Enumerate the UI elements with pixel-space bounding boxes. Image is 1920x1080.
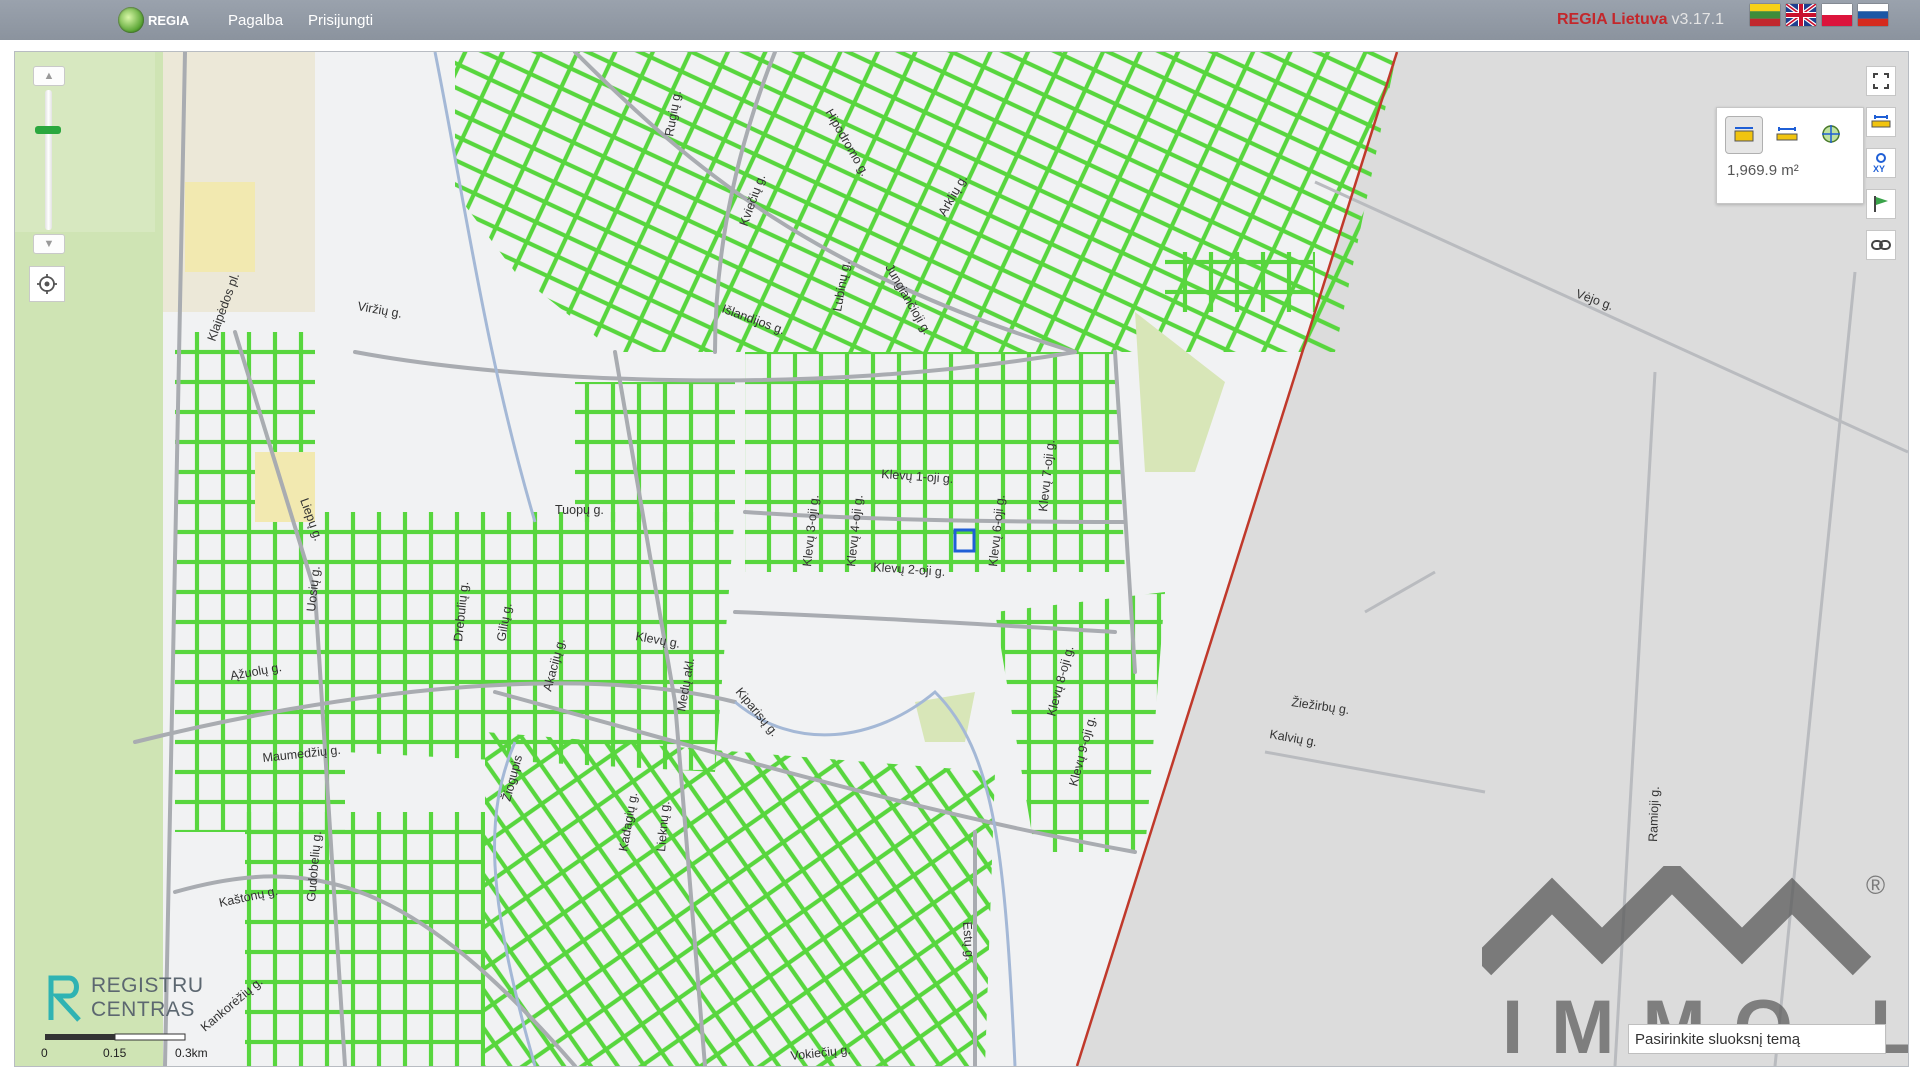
street-label: Estų g. xyxy=(960,921,977,961)
fullscreen-icon xyxy=(1873,73,1889,89)
zoom-control: ▲ ▼ xyxy=(29,66,65,254)
street-label: Tuopų g. xyxy=(555,503,604,517)
app-title: REGIA Lietuva v3.17.1 xyxy=(1557,11,1724,29)
xy-coordinates-button[interactable]: XY xyxy=(1866,148,1896,178)
scale-bar: 0 0.15 0.3km xyxy=(41,1032,221,1062)
measure-value: 1,969.9 m² xyxy=(1727,162,1799,179)
flag-icon xyxy=(1874,196,1888,212)
top-bar: REGIA Pagalba Prisijungti REGIA Lietuva v… xyxy=(0,0,1920,40)
scale-label-0: 0 xyxy=(41,1046,48,1060)
locate-button[interactable] xyxy=(29,266,65,302)
fullscreen-button[interactable] xyxy=(1866,66,1896,96)
menu-login[interactable]: Prisijungti xyxy=(308,12,373,29)
link-icon xyxy=(1871,240,1891,250)
measure-button[interactable] xyxy=(1866,107,1896,137)
regia-logo-text: REGIA xyxy=(148,12,190,28)
flag-russia-icon[interactable] xyxy=(1858,4,1888,26)
measure-panel: 1,969.9 m² xyxy=(1716,107,1864,204)
attribution-line-1: REGISTRU xyxy=(91,974,204,997)
distance-measure-icon xyxy=(1776,127,1798,141)
map-view[interactable]: Klevų 1-oji g. Klevų 2-oji g. Klevų 3-oj… xyxy=(14,51,1909,1067)
zoom-slider-handle[interactable] xyxy=(35,126,61,134)
street-label: Ramioji g. xyxy=(1646,786,1662,842)
measure-icon xyxy=(1871,115,1891,128)
cadastral-map: Klevų 1-oji g. Klevų 2-oji g. Klevų 3-oj… xyxy=(15,52,1908,1066)
attribution-line-2: CENTRAS xyxy=(91,998,195,1021)
coordinate-measure-button[interactable] xyxy=(1813,116,1849,152)
regia-logo-icon xyxy=(118,7,144,33)
distance-measure-button[interactable] xyxy=(1769,116,1805,152)
flag-uk-icon[interactable] xyxy=(1784,2,1818,28)
scale-label-end: 0.3km xyxy=(175,1046,208,1060)
area-measure-icon xyxy=(1734,127,1754,142)
area-measure-button[interactable] xyxy=(1725,116,1763,154)
flag-lithuania-icon[interactable] xyxy=(1750,4,1780,26)
svg-text:XY: XY xyxy=(1873,164,1885,173)
link-button[interactable] xyxy=(1866,230,1896,260)
menu-help[interactable]: Pagalba xyxy=(228,12,283,29)
app-version: v3.17.1 xyxy=(1671,11,1724,28)
street-label: Kiparisų g. xyxy=(733,685,782,739)
app-name: REGIA Lietuva xyxy=(1556,11,1668,28)
zoom-out-button[interactable]: ▼ xyxy=(33,234,65,254)
layer-select[interactable]: Pasirinkite sluoksnį temą xyxy=(1628,1024,1886,1054)
flag-button[interactable] xyxy=(1866,189,1896,219)
xy-coordinates-icon: XY xyxy=(1873,153,1886,173)
zoom-in-button[interactable]: ▲ xyxy=(33,66,65,86)
registru-centras-logo: REGISTRU CENTRAS xyxy=(45,972,204,1024)
scale-label-mid: 0.15 xyxy=(103,1046,127,1060)
zoom-slider[interactable] xyxy=(45,90,52,230)
flag-poland-icon[interactable] xyxy=(1822,4,1852,26)
street-label: Viržių g. xyxy=(356,299,403,321)
registru-centras-icon xyxy=(48,975,81,1022)
locate-icon xyxy=(37,274,57,294)
coordinate-measure-icon xyxy=(1822,125,1840,143)
regia-logo[interactable]: REGIA xyxy=(118,6,189,34)
